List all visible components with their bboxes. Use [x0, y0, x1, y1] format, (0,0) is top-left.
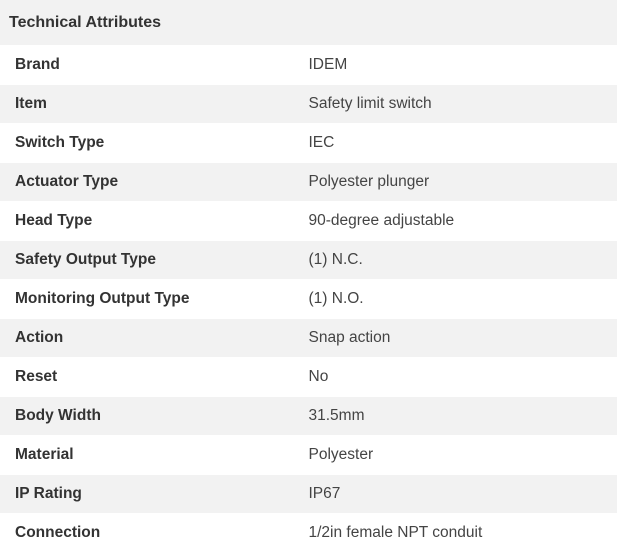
attribute-name: Material [0, 435, 309, 475]
technical-attributes-table: Technical Attributes Brand IDEM Item Saf… [0, 0, 617, 553]
attribute-value: Polyester plunger [308, 162, 617, 202]
attribute-name: Action [0, 318, 309, 358]
attribute-name: Item [0, 84, 309, 124]
table-row: Item Safety limit switch [0, 84, 617, 124]
table-row: Body Width 31.5mm [0, 396, 617, 436]
attribute-value: Snap action [308, 318, 617, 358]
attribute-value: IP67 [308, 474, 617, 514]
attribute-name: Brand [0, 45, 309, 85]
table-row: Monitoring Output Type (1) N.O. [0, 279, 617, 319]
attribute-value: 90-degree adjustable [308, 201, 617, 241]
attribute-name: Reset [0, 357, 309, 397]
attribute-value: (1) N.O. [308, 279, 617, 319]
attribute-name: IP Rating [0, 474, 309, 514]
table-row: Reset No [0, 357, 617, 397]
attribute-name: Body Width [0, 396, 309, 436]
attribute-value: Polyester [308, 435, 617, 475]
attribute-value: IEC [308, 123, 617, 163]
table-row: IP Rating IP67 [0, 474, 617, 514]
attribute-value: 1/2in female NPT conduit [308, 513, 617, 553]
table-header-row: Technical Attributes [0, 0, 617, 46]
table-row: Brand IDEM [0, 45, 617, 85]
attribute-value: (1) N.C. [308, 240, 617, 280]
table-row: Actuator Type Polyester plunger [0, 162, 617, 202]
attributes-body: Brand IDEM Item Safety limit switch Swit… [0, 45, 617, 553]
attribute-name: Switch Type [0, 123, 309, 163]
table-row: Connection 1/2in female NPT conduit [0, 513, 617, 553]
table-row: Safety Output Type (1) N.C. [0, 240, 617, 280]
attribute-name: Actuator Type [0, 162, 309, 202]
attribute-name: Monitoring Output Type [0, 279, 309, 319]
table-row: Switch Type IEC [0, 123, 617, 163]
attribute-value: 31.5mm [308, 396, 617, 436]
table-row: Material Polyester [0, 435, 617, 475]
attribute-name: Connection [0, 513, 309, 553]
attribute-name: Head Type [0, 201, 309, 241]
table-row: Action Snap action [0, 318, 617, 358]
attribute-value: Safety limit switch [308, 84, 617, 124]
attribute-name: Safety Output Type [0, 240, 309, 280]
attribute-value: No [308, 357, 617, 397]
table-row: Head Type 90-degree adjustable [0, 201, 617, 241]
attribute-value: IDEM [308, 45, 617, 85]
table-title: Technical Attributes [0, 0, 617, 46]
